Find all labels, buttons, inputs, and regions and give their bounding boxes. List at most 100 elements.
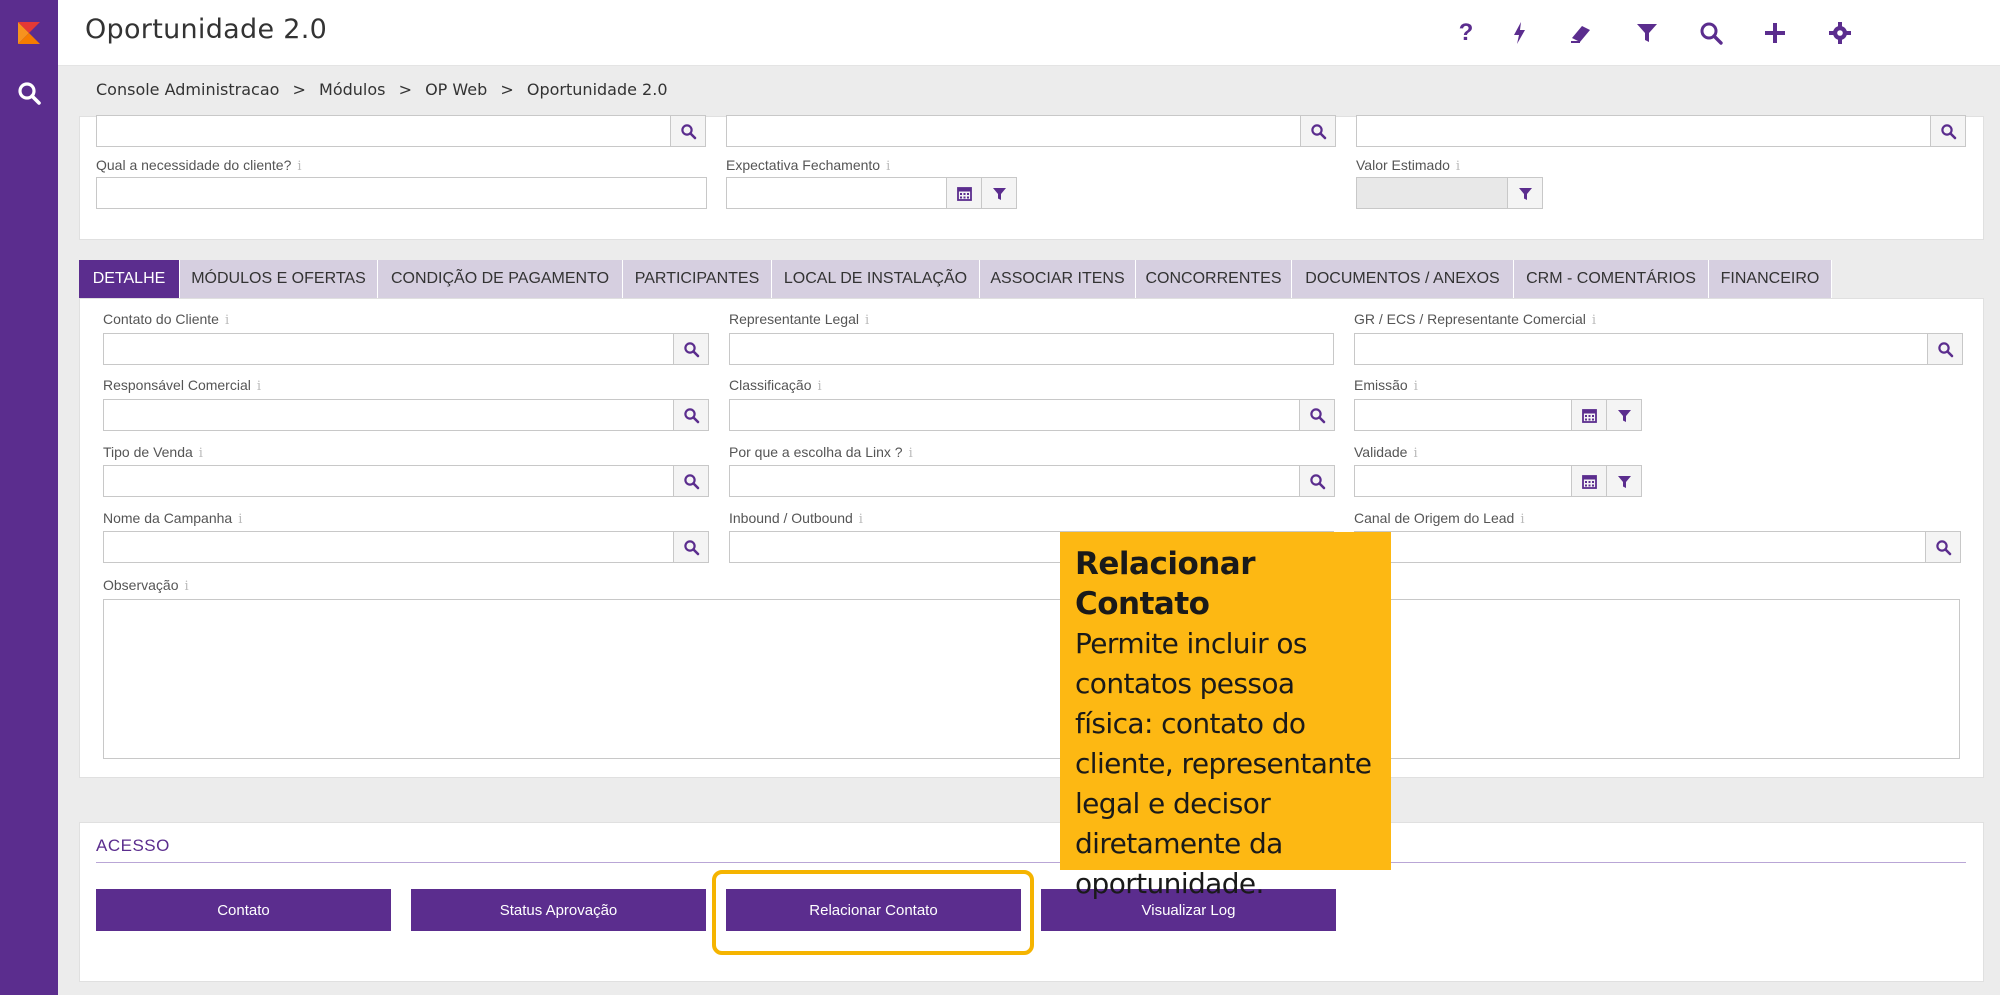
calendar-icon[interactable]	[1571, 465, 1607, 497]
responsavel-comercial-input[interactable]	[103, 399, 674, 431]
tab-documentos-anexos[interactable]: DOCUMENTOS / ANEXOS	[1292, 260, 1514, 298]
breadcrumb-item[interactable]: Módulos	[319, 80, 385, 99]
tab-concorrentes[interactable]: CONCORRENTES	[1136, 260, 1292, 298]
top-lookup-input-2[interactable]	[726, 115, 1301, 147]
field-label: Expectativa Fechamento i	[726, 157, 891, 174]
breadcrumb-separator: >	[292, 80, 306, 99]
search-icon[interactable]	[670, 115, 706, 147]
info-icon: i	[224, 313, 230, 328]
info-icon: i	[238, 512, 243, 527]
representante-legal-input[interactable]	[729, 333, 1334, 365]
calendar-icon[interactable]	[1571, 399, 1607, 431]
gear-icon[interactable]	[1825, 18, 1855, 48]
info-icon: i	[858, 512, 863, 527]
tab-modulos-ofertas[interactable]: MÓDULOS E OFERTAS	[180, 260, 378, 298]
classificacao-input[interactable]	[729, 399, 1300, 431]
search-icon[interactable]	[1300, 115, 1336, 147]
search-icon[interactable]	[1925, 531, 1961, 563]
gr-ecs-input[interactable]	[1354, 333, 1928, 365]
lightning-icon[interactable]	[1505, 18, 1535, 48]
field-label: Canal de Origem do Lead i	[1354, 510, 1525, 527]
info-icon: i	[1413, 379, 1418, 394]
nome-campanha-input[interactable]	[103, 531, 674, 563]
top-form-panel: Qual a necessidade do cliente? i Expectat…	[79, 115, 1984, 240]
breadcrumb-separator: >	[500, 80, 514, 99]
search-icon[interactable]	[673, 531, 709, 563]
search-icon[interactable]	[673, 333, 709, 365]
info-icon: i	[865, 313, 870, 328]
sidebar	[0, 0, 58, 995]
search-icon[interactable]	[1930, 115, 1966, 147]
help-icon[interactable]: ?	[1451, 18, 1481, 48]
field-label: Classificação i	[729, 377, 822, 394]
info-icon: i	[256, 379, 262, 394]
tab-financeiro[interactable]: FINANCEIRO	[1709, 260, 1832, 298]
field-label: Validade i	[1354, 444, 1418, 461]
tab-condicao-pagamento[interactable]: CONDIÇÃO DE PAGAMENTO	[378, 260, 623, 298]
canal-origem-input[interactable]	[1354, 531, 1926, 563]
filter-icon[interactable]	[1606, 399, 1642, 431]
necessidade-input[interactable]	[96, 177, 707, 209]
contato-button[interactable]: Contato	[96, 889, 391, 931]
expectativa-date-input[interactable]	[726, 177, 947, 209]
status-aprovacao-button[interactable]: Status Aprovação	[411, 889, 706, 931]
contato-cliente-input[interactable]	[103, 333, 674, 365]
top-lookup-input-1[interactable]	[96, 115, 671, 147]
eraser-icon[interactable]	[1566, 18, 1596, 48]
field-label: Responsável Comercial i	[103, 377, 262, 394]
app-logo-icon[interactable]	[14, 18, 44, 48]
tab-detalhe[interactable]: DETALHE	[79, 260, 180, 298]
breadcrumb-item[interactable]: Oportunidade 2.0	[527, 80, 668, 99]
page-title: Oportunidade 2.0	[85, 14, 328, 45]
tutorial-callout: Relacionar Contato Permite incluir os co…	[1060, 532, 1391, 900]
search-icon[interactable]	[1299, 399, 1335, 431]
field-label: Observação i	[103, 577, 189, 594]
sidebar-search-icon[interactable]	[16, 80, 42, 106]
observacao-textarea[interactable]	[103, 599, 1960, 759]
field-label: Representante Legal i	[729, 311, 870, 328]
field-label: Inbound / Outbound i	[729, 510, 863, 527]
tab-crm-comentarios[interactable]: CRM - COMENTÁRIOS	[1514, 260, 1709, 298]
emissao-date-input[interactable]	[1354, 399, 1572, 431]
info-icon: i	[184, 579, 189, 594]
tab-associar-itens[interactable]: ASSOCIAR ITENS	[980, 260, 1136, 298]
search-icon[interactable]	[1927, 333, 1963, 365]
calendar-icon[interactable]	[946, 177, 982, 209]
field-label: Por que a escolha da Linx ? i	[729, 444, 913, 461]
info-icon: i	[886, 159, 891, 174]
breadcrumb: Console Administracao > Módulos > OP Web…	[96, 80, 676, 99]
info-icon: i	[1455, 159, 1461, 174]
info-icon: i	[1413, 446, 1418, 461]
info-icon: i	[1520, 512, 1525, 527]
por-que-linx-input[interactable]	[729, 465, 1300, 497]
search-icon[interactable]	[1299, 465, 1335, 497]
callout-title: Relacionar Contato	[1075, 546, 1256, 622]
info-icon: i	[1591, 313, 1597, 328]
filter-icon[interactable]	[1632, 18, 1662, 48]
breadcrumb-separator: >	[398, 80, 412, 99]
field-label: Qual a necessidade do cliente? i	[96, 157, 302, 174]
info-icon: i	[297, 159, 302, 174]
filter-icon[interactable]	[981, 177, 1017, 209]
valor-estimado-input	[1356, 177, 1508, 209]
field-label: Tipo de Venda i	[103, 444, 203, 461]
tab-participantes[interactable]: PARTICIPANTES	[623, 260, 772, 298]
top-bar: Oportunidade 2.0 ?	[58, 0, 2000, 66]
breadcrumb-item[interactable]: OP Web	[425, 80, 487, 99]
field-label: Nome da Campanha i	[103, 510, 243, 527]
add-icon[interactable]	[1760, 18, 1790, 48]
validade-date-input[interactable]	[1354, 465, 1572, 497]
section-divider	[96, 862, 1966, 863]
search-icon[interactable]	[1696, 18, 1726, 48]
search-icon[interactable]	[673, 399, 709, 431]
info-icon: i	[817, 379, 822, 394]
search-icon[interactable]	[673, 465, 709, 497]
callout-body: Permite incluir os contatos pessoa físic…	[1075, 627, 1372, 900]
top-lookup-input-3[interactable]	[1356, 115, 1931, 147]
tab-local-instalacao[interactable]: LOCAL DE INSTALAÇÃO	[772, 260, 980, 298]
filter-icon[interactable]	[1507, 177, 1543, 209]
tipo-venda-input[interactable]	[103, 465, 674, 497]
filter-icon[interactable]	[1606, 465, 1642, 497]
breadcrumb-item[interactable]: Console Administracao	[96, 80, 279, 99]
info-icon: i	[198, 446, 203, 461]
